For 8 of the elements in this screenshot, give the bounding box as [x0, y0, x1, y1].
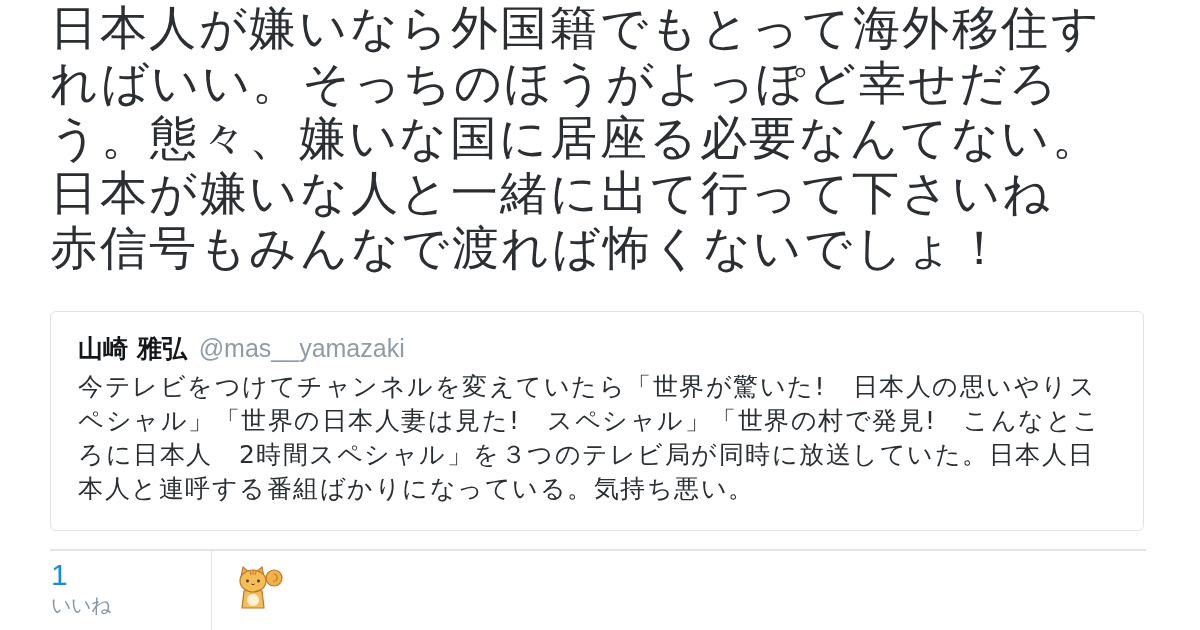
quoted-tweet-card[interactable]: 山崎 雅弘 @mas__yamazaki 今テレビをつけてチャンネルを変えていたら「世界が驚いた! 日本人の思いやりス ペシャル」「世界の日本人妻は見た! スペシャル」「世界の村で発見! こんなとこ ろに日本人 2時間スペシャル」を３つのテレビ局が同時に放送していた。日本人日 本人と連呼する番組ばかりになっている。気持ち悪い。 [50, 311, 1144, 531]
author-handle: @mas__yamazaki [198, 333, 405, 364]
like-label: いいね [51, 592, 111, 619]
like-count[interactable]: 1 [51, 559, 68, 591]
quoted-tweet-text: 今テレビをつけてチャンネルを変えていたら「世界が驚いた! 日本人の思いやりス ペシャル」「世界の日本人妻は見た! スペシャル」「世界の村で発見! こんなとこ ろに日本人 2時間スペシャル」を３つのテレビ局が同時に放送していた。日本人日 本人と連呼する番組ばかりになっている。気持ち悪い。 [78, 371, 1102, 505]
author-name: 山崎 雅弘 [78, 333, 187, 365]
tweet-text: 日本人が嫌いなら外国籍でもとって海外移住す ればいい。そっちのほうがよっぽど幸せだろ う。態々、嫌いな国に居座る必要なんてない。 日本が嫌いな人と一緒に出て行って下さいね 赤信号もみんなで渡れば怖くないでしょ！ [50, 0, 1103, 275]
cat-avatar-icon[interactable] [238, 565, 284, 611]
